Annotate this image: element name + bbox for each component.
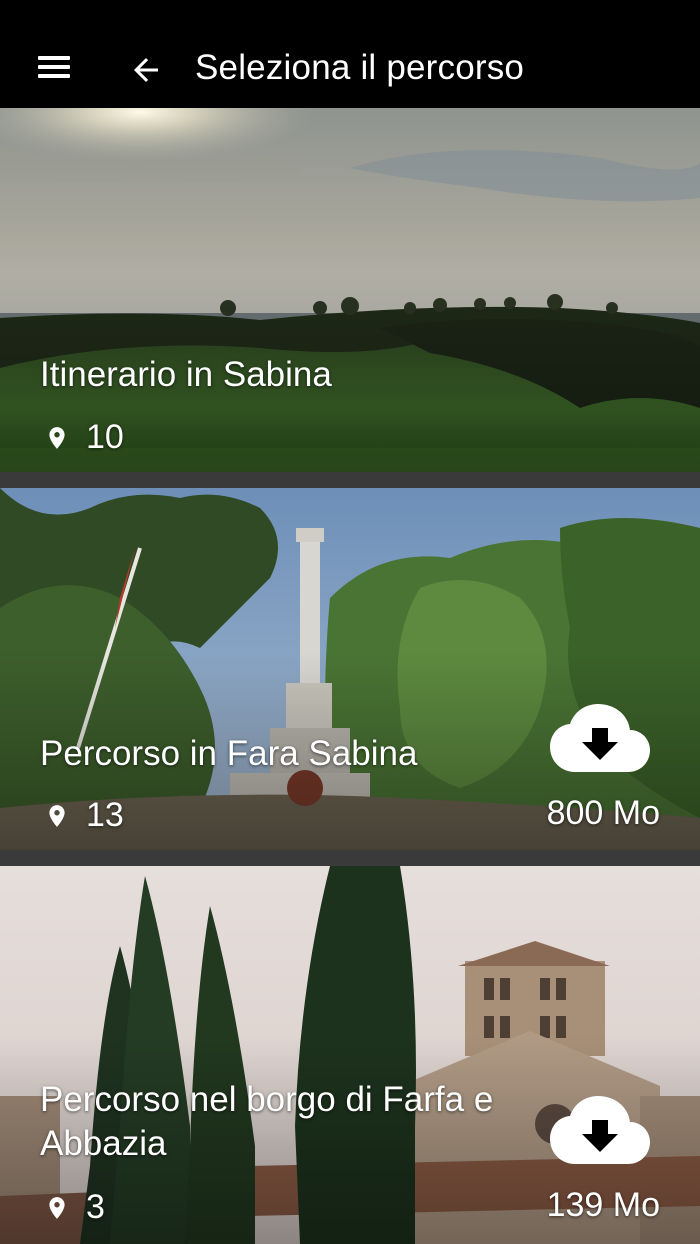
poi-count-row: 10 — [44, 418, 124, 457]
hamburger-menu-icon[interactable] — [38, 56, 70, 82]
poi-count: 3 — [86, 1188, 105, 1226]
poi-count-row: 3 — [44, 1188, 105, 1227]
arrow-back-icon[interactable] — [128, 52, 164, 88]
card-separator — [0, 472, 700, 488]
page-title: Seleziona il percorso — [195, 48, 525, 87]
route-card-fara-sabina[interactable]: Percorso in Fara Sabina 13 800 Mo — [0, 488, 700, 850]
cloud-download-icon[interactable] — [548, 1094, 652, 1166]
map-marker-icon — [49, 1196, 65, 1219]
app-bar: Seleziona il percorso — [0, 0, 700, 108]
cloud-download-icon[interactable] — [548, 702, 652, 774]
map-marker-icon — [49, 426, 65, 449]
route-name: Percorso nel borgo di Farfa e Abbazia — [40, 1080, 494, 1163]
download-size: 800 Mo — [546, 794, 660, 832]
route-card-farfa[interactable]: Percorso nel borgo di Farfa e Abbazia 3 … — [0, 866, 700, 1244]
download-size: 139 Mo — [546, 1186, 660, 1224]
poi-count: 10 — [86, 418, 124, 456]
poi-count: 13 — [86, 796, 124, 834]
card-separator — [0, 850, 700, 866]
map-marker-icon — [49, 804, 65, 827]
route-name: Itinerario in Sabina — [40, 355, 332, 394]
poi-count-row: 13 — [44, 796, 124, 835]
route-card-sabina[interactable]: Itinerario in Sabina 10 — [0, 108, 700, 472]
route-name: Percorso in Fara Sabina — [40, 734, 418, 773]
